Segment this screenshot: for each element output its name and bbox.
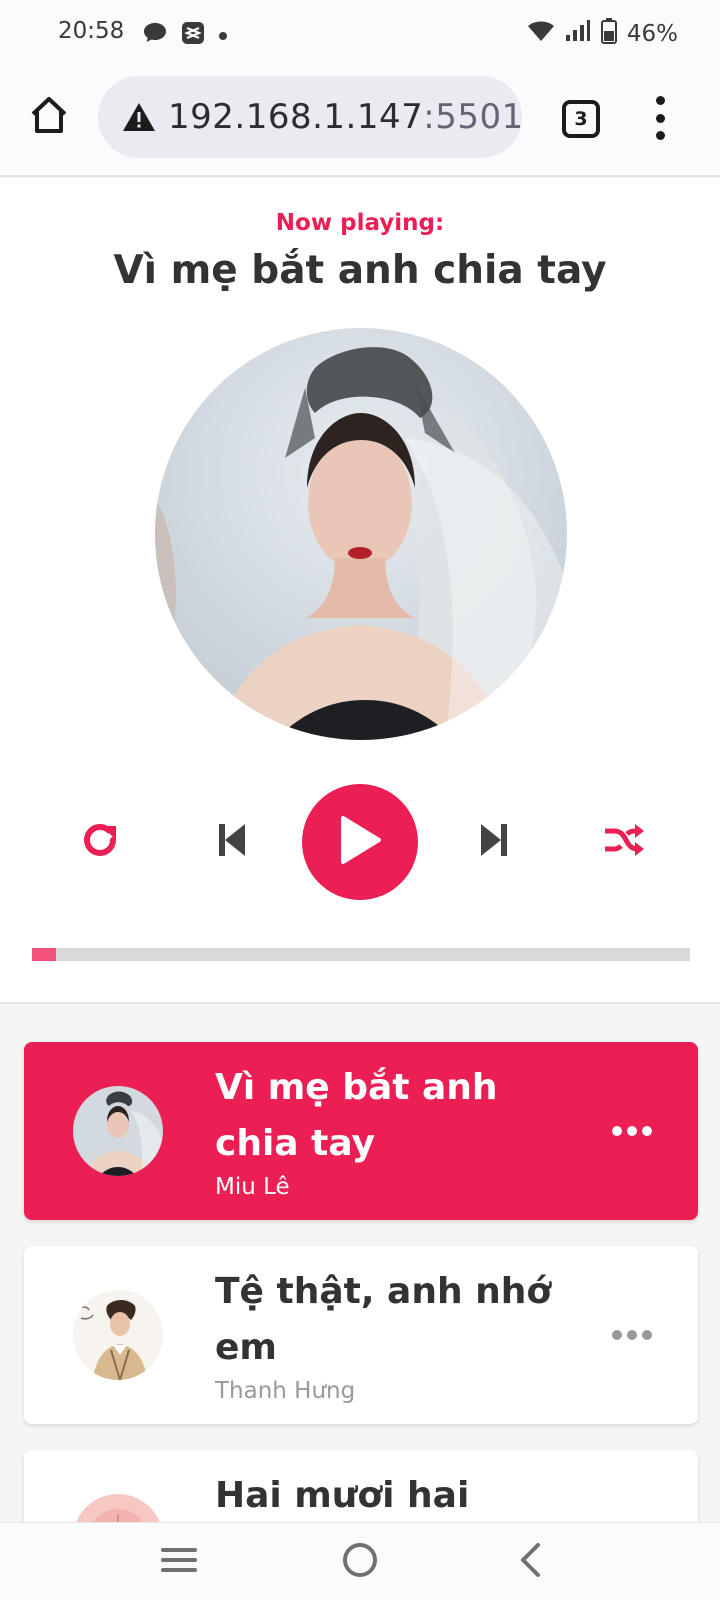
play-button[interactable] [302,784,418,900]
recents-button[interactable] [156,1539,202,1585]
browser-home-button[interactable] [26,94,72,140]
more-vert-icon[interactable] [648,96,672,140]
prev-icon [217,822,247,862]
song-artist: Thanh Hưng [215,1378,356,1404]
tab-count: 3 [574,108,588,130]
song-options-button[interactable] [612,1325,652,1345]
capcut-icon [180,20,206,50]
playlist-song[interactable]: Vì mẹ bắt anh chia tay Miu Lê [24,1042,698,1220]
song-options-button[interactable] [612,1121,652,1141]
song-thumbnail [73,1086,163,1176]
browser-toolbar: 192.168.1.147:5501 3 [0,66,720,177]
status-notification-icons [142,20,228,50]
progress-fill [32,948,57,961]
now-playing-label: Now playing: [275,210,445,236]
playlist-song[interactable]: Tệ thật, anh nhớ em Thanh Hưng [24,1246,698,1424]
status-system-icons: 46% [527,18,678,50]
status-bar: 20:58 46% [0,0,720,66]
song-title: Hai mươi hai [215,1475,470,1516]
tabs-button[interactable]: 3 [562,100,600,138]
playlist: Vì mẹ bắt anh chia tay Miu Lê Tệ thật, a… [24,1042,698,1600]
song-body: Hai mươi hai [215,1468,555,1526]
wifi-icon [527,19,555,49]
system-nav-bar [0,1522,720,1600]
home-circle-button[interactable] [337,1539,383,1585]
next-icon [479,822,509,862]
song-body: Tệ thật, anh nhớ em Thanh Hưng [215,1264,555,1404]
prev-button[interactable] [204,814,260,870]
song-title: Vì mẹ bắt anh chia tay [215,1067,498,1164]
player-dashboard: Now playing: Vì mẹ bắt anh chia tay [0,178,720,1004]
next-button[interactable] [466,814,522,870]
song-thumbnail [73,1290,163,1380]
song-body: Vì mẹ bắt anh chia tay Miu Lê [215,1060,555,1200]
url-port: :5501 [423,97,522,137]
recents-icon [160,1545,198,1579]
song-title: Tệ thật, anh nhớ em [215,1271,552,1368]
player-controls [0,784,720,902]
cd-thumbnail [155,328,567,740]
screen: 20:58 46% 192.168.1.147:5501 3 Now playi… [0,0,720,1600]
home-icon [28,95,70,139]
signal-icon [565,19,591,49]
address-bar[interactable]: 192.168.1.147:5501 [98,76,522,158]
repeat-icon [80,820,120,864]
song-artist: Miu Lê [215,1174,290,1200]
repeat-button[interactable] [72,814,128,870]
now-playing-title: Vì mẹ bắt anh chia tay [113,248,607,293]
home-circle-icon [342,1542,378,1582]
play-icon [337,815,383,869]
status-time: 20:58 [58,18,125,44]
warning-icon[interactable] [122,99,156,135]
dot-icon [218,26,228,45]
chat-bubble-icon [142,21,168,49]
battery-icon [600,18,617,50]
back-button[interactable] [508,1539,554,1585]
back-icon [518,1542,544,1582]
progress-bar[interactable] [32,948,690,961]
url-host: 192.168.1.147 [168,97,424,137]
battery-percent: 46% [626,21,678,47]
random-button[interactable] [596,814,652,870]
random-icon [603,822,645,862]
url-text: 192.168.1.147:5501 [168,97,522,137]
